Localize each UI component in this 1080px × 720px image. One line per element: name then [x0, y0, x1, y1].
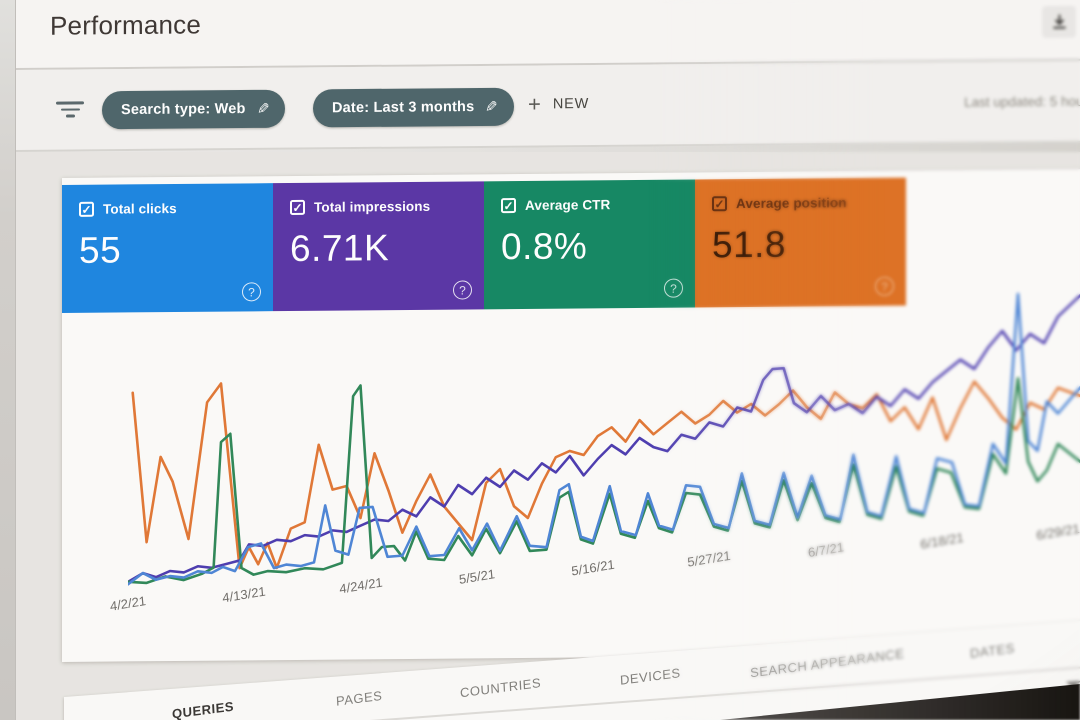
- metric-card-header: ✓ Total clicks: [79, 200, 273, 217]
- date-range-chip[interactable]: Date: Last 3 months ✎: [313, 87, 514, 128]
- metric-card-value: 0.8%: [501, 225, 588, 268]
- tab-countries[interactable]: COUNTRIES: [460, 675, 542, 700]
- tab-pages[interactable]: PAGES: [336, 688, 383, 709]
- search-console-window: Performance Search type: Web ✎ Date: Las…: [16, 0, 1080, 720]
- metric-card-value: 55: [79, 229, 122, 271]
- tab-search-appearance[interactable]: SEARCH APPEARANCE: [750, 646, 905, 681]
- metric-card-header: ✓ Average CTR: [501, 196, 695, 214]
- search-type-chip-label: Search type: Web: [121, 100, 246, 119]
- search-type-chip[interactable]: Search type: Web ✎: [102, 89, 286, 130]
- metric-card-total-clicks[interactable]: ✓ Total clicks 55?: [62, 183, 273, 313]
- metric-card-label: Average position: [736, 195, 847, 212]
- performance-panel: ✓ Total clicks 55? ✓ Total impressions 6.71K?…: [62, 168, 1080, 663]
- metric-card-header: ✓ Total impressions: [290, 198, 484, 216]
- metric-card-value: 6.71K: [290, 227, 390, 270]
- screen-photo: Performance Search type: Web ✎ Date: Las…: [0, 0, 1080, 720]
- checkbox-icon[interactable]: ✓: [712, 196, 727, 212]
- filter-bar: Search type: Web ✎ Date: Last 3 months ✎…: [16, 60, 1080, 152]
- last-updated-text: Last updated: 5 hour: [964, 93, 1080, 110]
- tab-devices[interactable]: DEVICES: [620, 665, 681, 688]
- content-area: ✓ Total clicks 55? ✓ Total impressions 6.71K?…: [16, 152, 1080, 720]
- metric-card-label: Total clicks: [103, 200, 177, 217]
- x-axis-tick: 5/5/21: [458, 566, 496, 587]
- new-filter-button[interactable]: + NEW: [528, 91, 590, 117]
- edit-pencil-icon: ✎: [256, 100, 270, 118]
- x-axis-tick: 6/7/21: [807, 539, 845, 561]
- new-filter-label: NEW: [552, 95, 590, 113]
- x-axis-tick: 4/2/21: [109, 593, 147, 614]
- edit-pencil-icon: ✎: [485, 98, 498, 116]
- metric-card-label: Average CTR: [525, 197, 611, 213]
- date-range-chip-label: Date: Last 3 months: [332, 98, 475, 117]
- desktop-edge-strip: [0, 0, 16, 720]
- metric-card-header: ✓ Average position: [712, 195, 906, 212]
- tab-queries[interactable]: QUERIES: [172, 699, 235, 720]
- checkbox-icon[interactable]: ✓: [290, 199, 305, 216]
- page-title: Performance: [50, 9, 202, 41]
- checkbox-icon[interactable]: ✓: [79, 201, 94, 217]
- export-button[interactable]: [1042, 5, 1076, 39]
- metric-card-label: Total impressions: [314, 198, 431, 215]
- filter-list-icon[interactable]: [56, 101, 84, 118]
- page-header: Performance: [16, 0, 1080, 71]
- plus-icon: +: [528, 91, 541, 117]
- download-icon: [1052, 13, 1066, 29]
- checkbox-icon[interactable]: ✓: [501, 198, 516, 214]
- tab-dates[interactable]: DATES: [970, 640, 1016, 661]
